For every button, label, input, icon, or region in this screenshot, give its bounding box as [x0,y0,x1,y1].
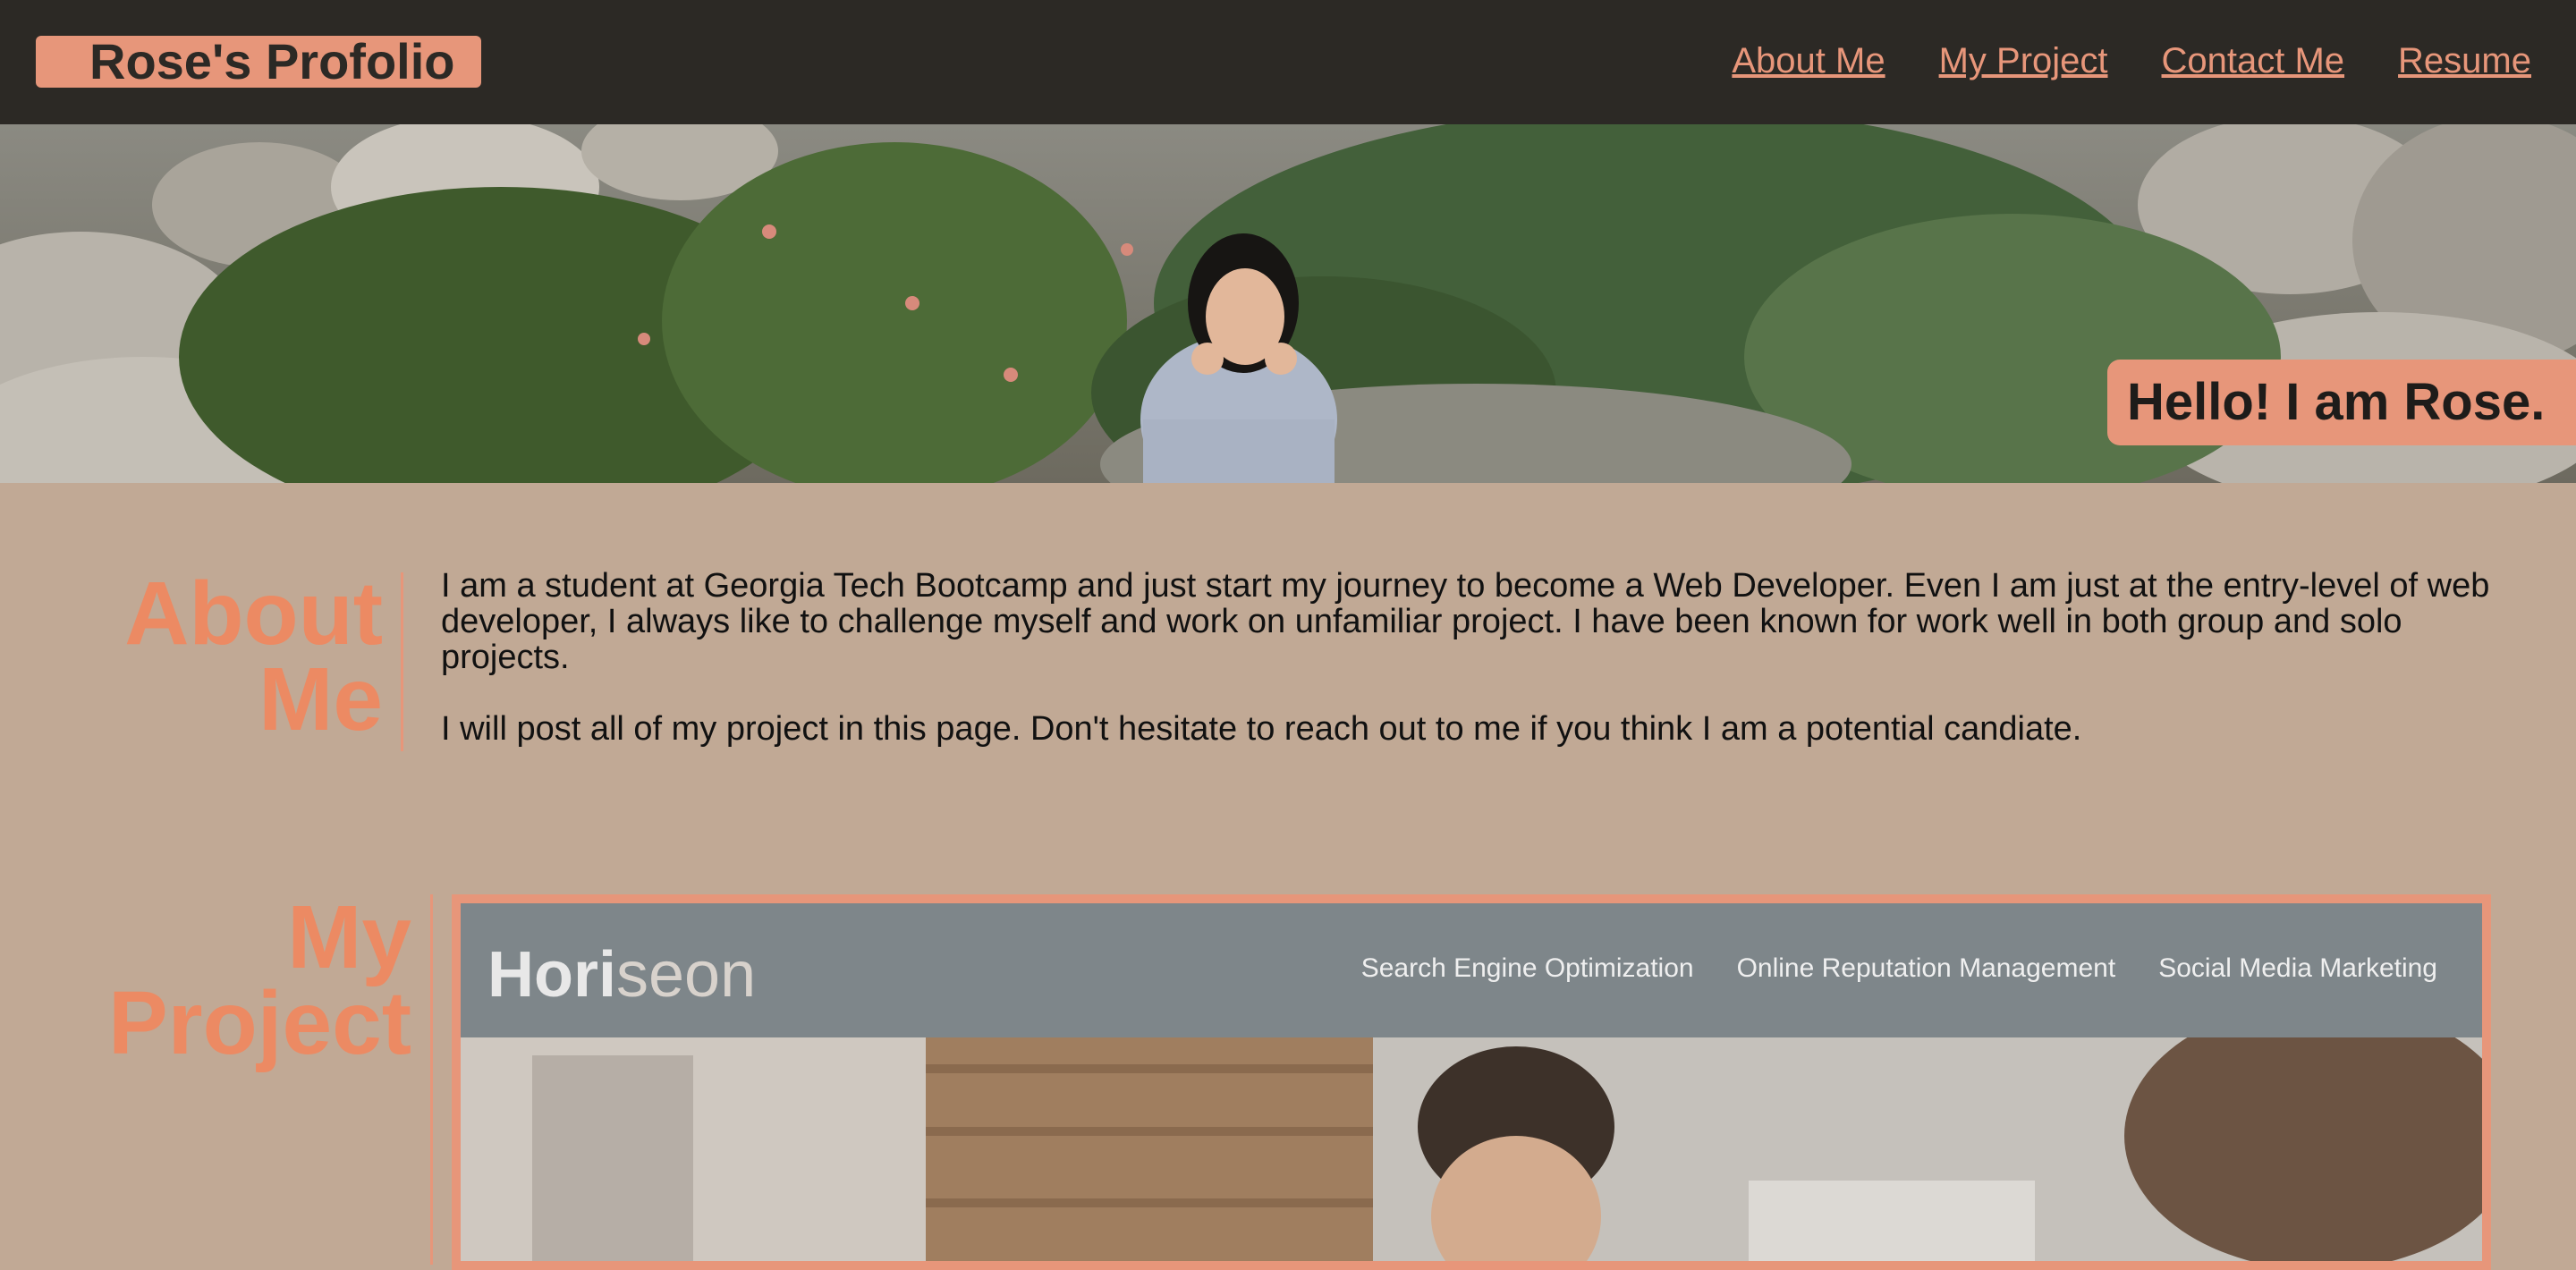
nav-link-about-me[interactable]: About Me [1732,36,1885,86]
project-card-logo-rest: seon [616,939,757,1011]
about-divider [401,572,403,751]
main-nav: About Me My Project Contact Me Resume [1732,36,2531,86]
brand-logo[interactable]: Rose's Profolio [36,36,481,88]
nav-link-resume[interactable]: Resume [2398,36,2531,86]
about-paragraph-2: I will post all of my project in this pa… [441,710,2082,748]
nav-link-contact-me[interactable]: Contact Me [2162,36,2345,86]
nav-link-my-project[interactable]: My Project [1939,36,2108,86]
project-card-logo: Horiseon [487,939,756,1011]
project-divider [430,894,433,1265]
site-header: Rose's Profolio About Me My Project Cont… [0,0,2576,124]
about-heading-line2: Me [258,649,383,749]
hero-banner: Hello! I am Rose. [0,124,2576,483]
project-card-logo-bold: Hori [487,939,616,1011]
project-card-image [461,1037,2482,1261]
project-heading-line2: Project [107,973,411,1073]
about-heading: About Me [124,569,383,744]
project-card-nav-item: Search Engine Optimization [1360,953,1694,983]
hero-tagline: Hello! I am Rose. [2107,360,2576,445]
project-heading: My Project [108,893,411,1068]
about-paragraph-1: I am a student at Georgia Tech Bootcamp … [441,567,2490,676]
project-card-nav-item: Social Media Marketing [2158,953,2437,983]
project-card-header: Horiseon Search Engine Optimization Onli… [461,903,2482,1037]
project-card-nav-item: Online Reputation Management [1736,953,2116,983]
project-card-nav: Search Engine Optimization Online Reputa… [1361,953,2437,984]
project-card-horiseon[interactable]: Horiseon Search Engine Optimization Onli… [452,894,2491,1270]
about-body: I am a student at Georgia Tech Bootcamp … [441,568,2498,783]
